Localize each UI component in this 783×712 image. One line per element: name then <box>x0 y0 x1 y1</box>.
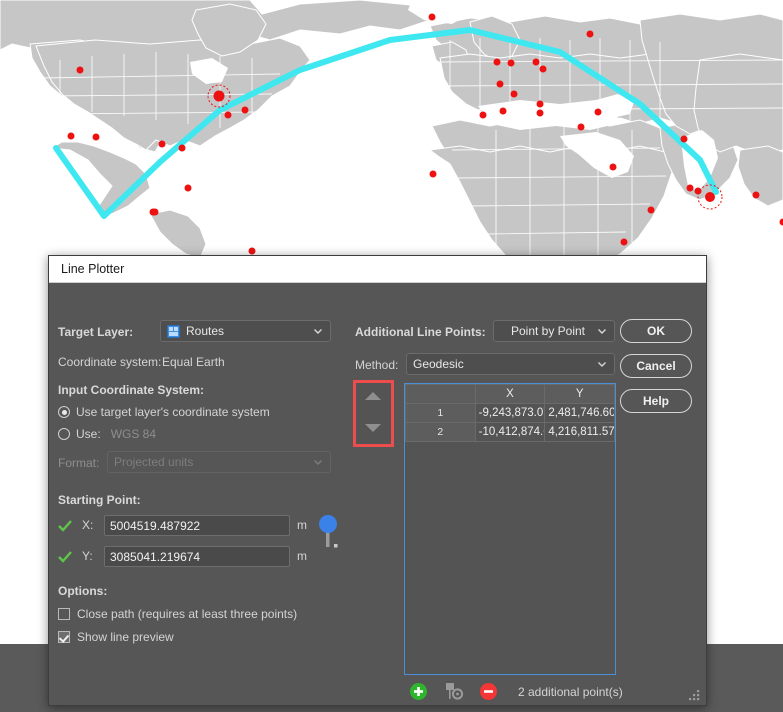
method-select[interactable]: Geodesic <box>406 353 615 375</box>
triangle-down-icon[interactable] <box>364 423 382 433</box>
points-table[interactable]: X Y 1 -9,243,873.070… 2,481,746.606272 2… <box>404 383 616 675</box>
row-number-header <box>405 384 476 404</box>
cell-x[interactable]: -9,243,873.070… <box>474 403 546 423</box>
add-point-icon[interactable] <box>410 683 427 700</box>
radio-use-target-layer-cs[interactable]: Use target layer's coordinate system <box>58 405 270 419</box>
radio-off-icon <box>58 428 70 440</box>
x-input-value: 5004519.487922 <box>110 518 201 533</box>
chevron-down-icon <box>598 329 606 334</box>
y-input-value: 3085041.219674 <box>110 549 201 564</box>
triangle-up-icon[interactable] <box>364 391 382 401</box>
format-label: Format: <box>58 456 100 470</box>
checkmark-icon <box>58 551 72 563</box>
radio-use-target-layer-label: Use target layer's coordinate system <box>76 405 270 419</box>
cell-x[interactable]: -10,412,874.66… <box>474 422 546 442</box>
minus-glyph-icon <box>484 690 493 693</box>
radio-use-custom-cs[interactable]: Use: WGS 84 <box>58 427 156 441</box>
cell-y[interactable]: 4,216,811.578594 <box>544 422 615 442</box>
x-unit-label: m <box>297 518 307 532</box>
row-number: 1 <box>405 403 476 423</box>
format-value: Projected units <box>114 455 194 469</box>
remove-point-icon[interactable] <box>480 683 497 700</box>
dialog-titlebar[interactable]: Line Plotter <box>49 256 706 283</box>
table-row[interactable]: 1 -9,243,873.070… 2,481,746.606272 <box>405 403 615 423</box>
column-header-x[interactable]: X <box>474 384 546 404</box>
column-header-y[interactable]: Y <box>544 384 615 404</box>
coordinate-system-label: Coordinate system: <box>58 355 162 369</box>
close-path-label: Close path (requires at least three poin… <box>77 607 298 621</box>
show-line-preview-checkbox[interactable]: Show line preview <box>58 630 174 644</box>
y-unit-label: m <box>297 549 307 563</box>
method-value: Geodesic <box>413 357 464 371</box>
target-layer-value: Routes <box>186 324 225 338</box>
help-button[interactable]: Help <box>620 389 692 413</box>
method-label: Method: <box>355 358 399 372</box>
close-path-checkbox[interactable]: Close path (requires at least three poin… <box>58 607 297 621</box>
checkmark-icon <box>58 520 72 532</box>
show-line-preview-label: Show line preview <box>77 630 174 644</box>
radio-on-icon <box>58 406 70 418</box>
chevron-down-icon <box>598 362 606 367</box>
radio-use-value: WGS 84 <box>110 427 157 441</box>
radio-use-label: Use: <box>76 427 101 441</box>
checkbox-unchecked-icon <box>58 608 70 620</box>
y-label: Y: <box>82 549 93 563</box>
cell-y[interactable]: 2,481,746.606272 <box>544 403 615 423</box>
line-plotter-dialog: Line Plotter Target Layer: Routes Coordi… <box>48 255 707 706</box>
layer-icon <box>167 324 180 338</box>
options-heading: Options: <box>58 584 108 598</box>
chevron-down-icon <box>314 329 322 334</box>
additional-points-status: 2 additional point(s) <box>518 685 623 699</box>
map-pin-picker-icon[interactable] <box>313 511 343 557</box>
additional-line-points-select[interactable]: Point by Point <box>493 320 615 342</box>
y-input[interactable]: 3085041.219674 <box>104 546 290 567</box>
format-select: Projected units <box>107 451 331 473</box>
target-layer-label: Target Layer: <box>58 325 134 339</box>
target-layer-select[interactable]: Routes <box>160 320 331 342</box>
additional-line-points-value: Point by Point <box>510 324 586 338</box>
plus-glyph-icon <box>414 687 423 696</box>
dialog-title: Line Plotter <box>61 262 125 276</box>
x-label: X: <box>82 518 94 532</box>
starting-point-heading: Starting Point: <box>58 493 141 507</box>
row-number: 2 <box>405 422 476 442</box>
ok-button[interactable]: OK <box>620 319 692 343</box>
chevron-down-icon <box>314 460 322 465</box>
points-table-header-row: X Y <box>405 384 615 404</box>
cancel-button[interactable]: Cancel <box>620 354 692 378</box>
input-coordinate-system-heading: Input Coordinate System: <box>58 383 205 397</box>
pin-settings-icon[interactable] <box>444 682 464 701</box>
coordinate-system-value: Equal Earth <box>162 355 225 369</box>
checkbox-checked-icon <box>58 631 70 643</box>
cancel-button-label: Cancel <box>636 359 676 373</box>
x-input[interactable]: 5004519.487922 <box>104 515 290 536</box>
resize-grip-icon[interactable] <box>689 689 701 701</box>
points-table-grid: X Y 1 -9,243,873.070… 2,481,746.606272 2… <box>405 384 615 442</box>
table-row[interactable]: 2 -10,412,874.66… 4,216,811.578594 <box>405 422 615 442</box>
reorder-point-spinner[interactable] <box>353 380 394 447</box>
additional-line-points-label: Additional Line Points: <box>355 325 486 339</box>
dialog-body: Target Layer: Routes Coordinate system: … <box>49 283 706 704</box>
ok-button-label: OK <box>647 324 665 338</box>
help-button-label: Help <box>642 394 669 408</box>
